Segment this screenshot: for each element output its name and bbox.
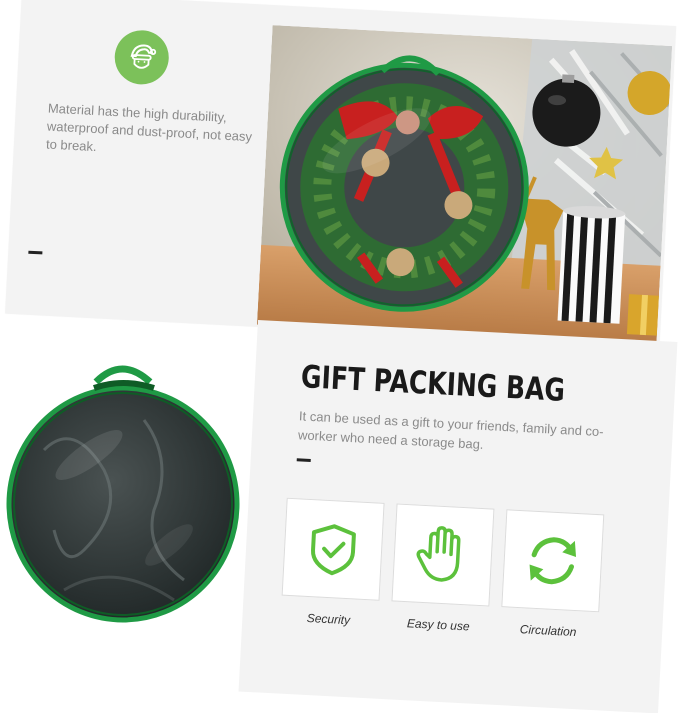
bottom-info-card: GIFT PACKING BAG It can be used as a gif… (238, 320, 678, 713)
wreath-bag-photo (256, 25, 673, 346)
feature-security (281, 497, 385, 601)
feature-circulation-label: Circulation (519, 622, 577, 640)
feature-circulation (501, 509, 605, 613)
circulation-icon (529, 537, 577, 585)
feature-easy-to-use-label: Easy to use (406, 616, 470, 634)
shield-check-icon (311, 524, 356, 576)
feature-security-label: Security (306, 610, 351, 628)
feature-easy-to-use (391, 503, 495, 607)
hand-icon (416, 526, 461, 582)
divider-dash (28, 250, 43, 255)
product-subtitle: It can be used as a gift to your friends… (297, 408, 604, 452)
durability-description: Material has the high durability, waterp… (45, 100, 253, 155)
santa-icon (113, 28, 171, 86)
empty-bag-image (4, 360, 242, 624)
top-info-card: Material has the high durability, waterp… (5, 0, 677, 348)
product-title: GIFT PACKING BAG (300, 358, 566, 409)
divider-dash (296, 458, 311, 462)
